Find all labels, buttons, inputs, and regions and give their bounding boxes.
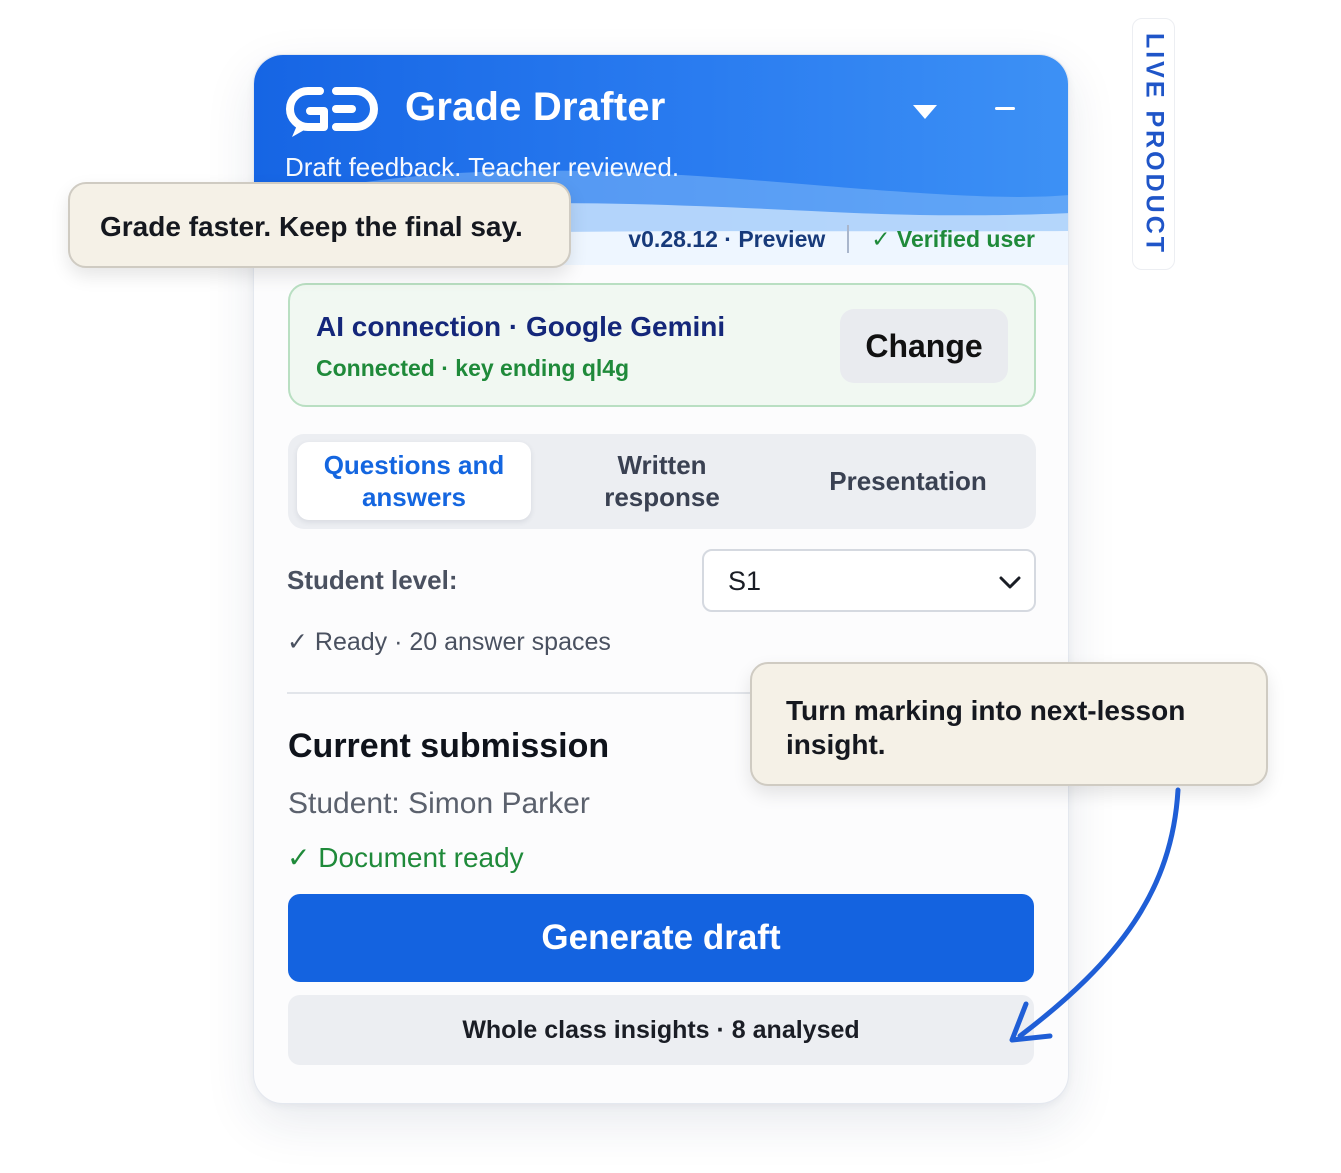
callout-top: Grade faster. Keep the final say. [68,182,571,268]
header-menu-button[interactable] [904,97,946,127]
generate-draft-button[interactable]: Generate draft [288,894,1034,982]
live-product-label: LIVE PRODUCT [1140,32,1168,256]
version-label: v0.28.12 · Preview [628,225,826,252]
student-level-value: S1 [728,566,762,596]
student-level-label: Student level: [287,565,458,595]
caret-down-icon [913,105,937,119]
gd-logo [286,87,378,137]
mode-tabs: Questions and answers Written response P… [288,434,1036,529]
document-status: ✓ Document ready [287,842,524,873]
tab-written-response[interactable]: Written response [544,442,780,520]
ai-connection-title: AI connection · Google Gemini [316,311,726,342]
app-subtitle: Draft feedback. Teacher reviewed. [285,152,680,182]
tab-presentation[interactable]: Presentation [788,442,1028,520]
class-insights-button[interactable]: Whole class insights · 8 analysed [288,995,1034,1065]
live-product-tag: LIVE PRODUCT [1132,18,1175,270]
tab-questions-and-answers[interactable]: Questions and answers [297,442,531,520]
student-level-select[interactable]: S1 [702,549,1036,612]
verified-badge: ✓ Verified user [871,225,1035,252]
submission-student: Student: Simon Parker [288,787,590,820]
change-connection-button[interactable]: Change [840,309,1008,383]
app-title: Grade Drafter [405,85,666,129]
ai-connection-card: AI connection · Google Gemini Connected … [288,283,1036,407]
minimize-button[interactable] [986,93,1024,123]
chevron-down-icon [999,576,1021,589]
submission-heading: Current submission [288,727,610,765]
ready-status: ✓ Ready · 20 answer spaces [287,628,611,656]
ai-connection-status: Connected · key ending ql4g [316,355,630,381]
meta-divider [847,225,850,253]
callout-bottom: Turn marking into next-lesson insight. [750,662,1268,786]
minimize-icon [995,106,1015,110]
